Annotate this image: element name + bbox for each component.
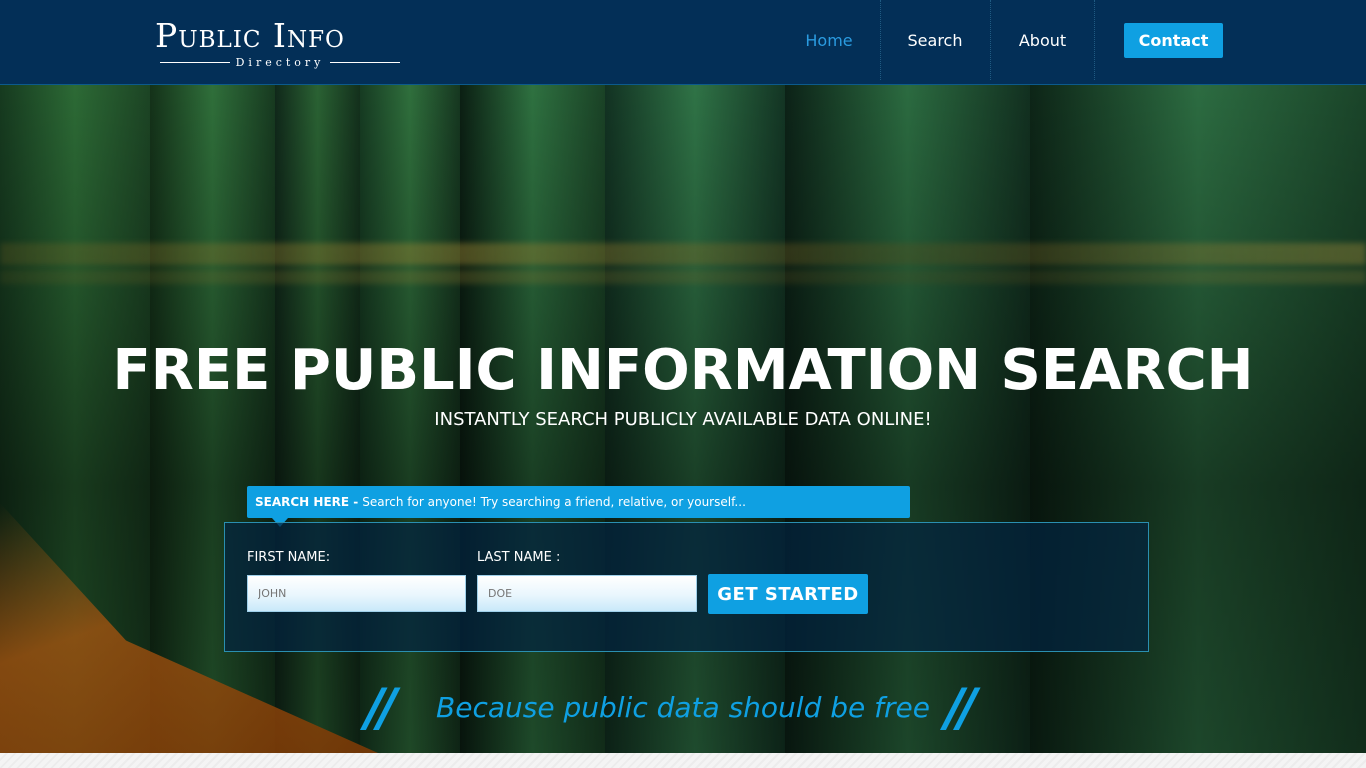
quote-right-icon: // <box>945 678 977 738</box>
page-bottom-strip <box>0 753 1366 768</box>
nav-divider <box>990 0 991 80</box>
nav-home[interactable]: Home <box>790 0 868 80</box>
nav-divider <box>880 0 881 80</box>
contact-button[interactable]: Contact <box>1124 23 1223 58</box>
get-started-button[interactable]: GET STARTED <box>708 574 868 614</box>
slogan-row: // Because public data should be free // <box>0 678 1366 738</box>
search-tab-text: Search for anyone! Try searching a frien… <box>362 495 746 509</box>
nav-search[interactable]: Search <box>895 0 975 80</box>
hero-title: FREE PUBLIC INFORMATION SEARCH <box>112 338 1254 403</box>
slogan-text: Because public data should be free <box>436 691 930 724</box>
first-name-input[interactable] <box>247 575 466 612</box>
last-name-input[interactable] <box>477 575 697 612</box>
nav-about[interactable]: About <box>1005 0 1080 80</box>
site-header: Public Info Directory Home Search About … <box>0 0 1366 85</box>
search-tab: SEARCH HERE - Search for anyone! Try sea… <box>247 486 910 518</box>
hero-section: FREE PUBLIC INFORMATION SEARCH INSTANTLY… <box>0 85 1366 753</box>
last-name-label: LAST NAME : <box>477 550 561 565</box>
first-name-label: FIRST NAME: <box>247 550 331 565</box>
hero-subtitle: INSTANTLY SEARCH PUBLICLY AVAILABLE DATA… <box>434 409 932 430</box>
search-tab-label: SEARCH HERE - <box>255 495 359 509</box>
nav-divider <box>1094 0 1095 80</box>
search-form: FIRST NAME: LAST NAME : GET STARTED <box>224 522 1149 652</box>
